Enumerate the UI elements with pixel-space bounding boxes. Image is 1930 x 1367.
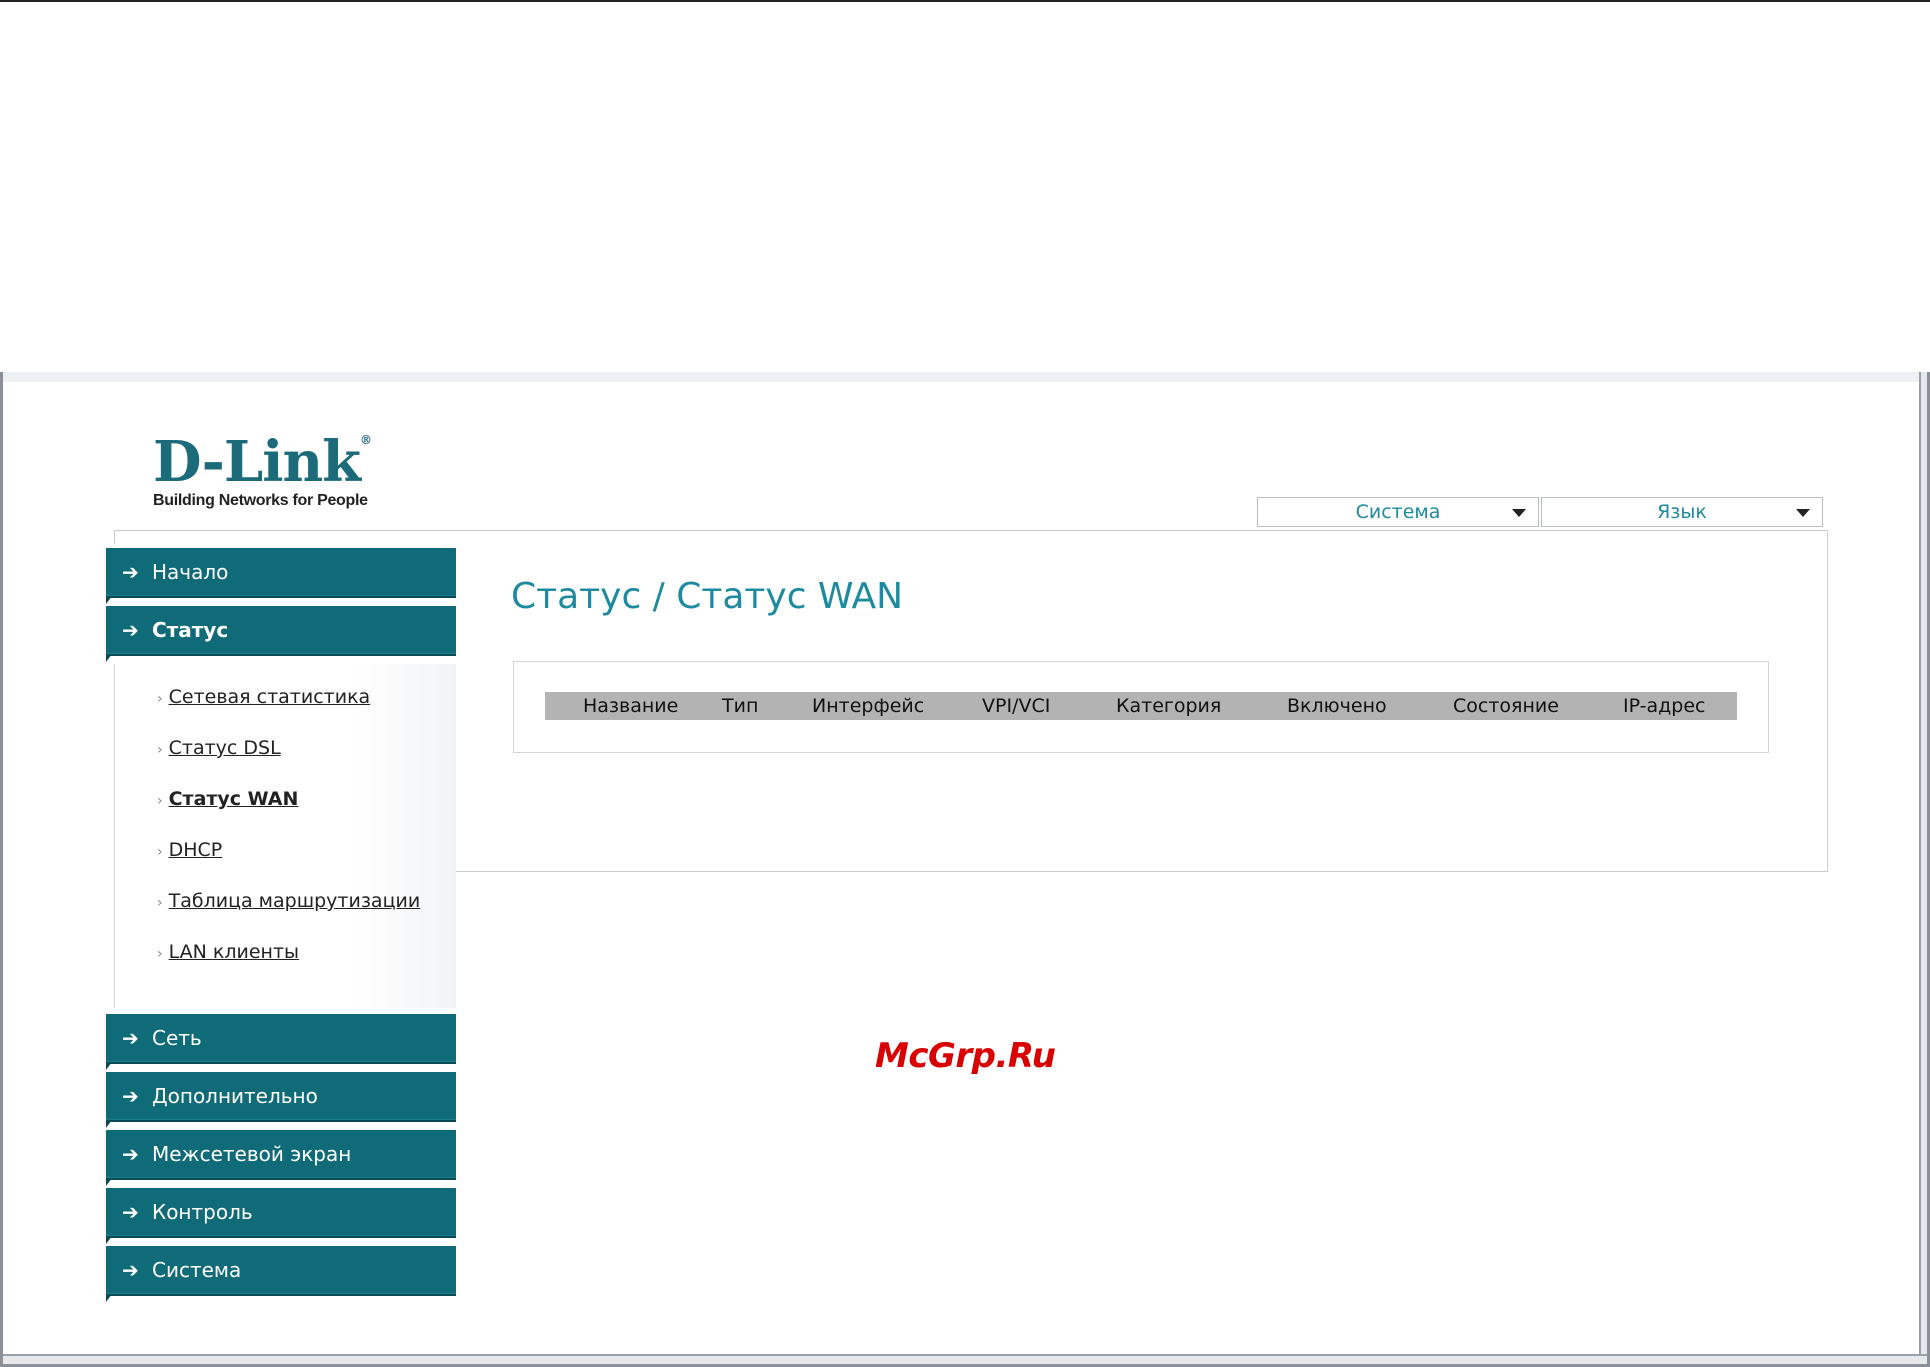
sidebar: ➔ Начало ➔ Статус › Сетевая статистика › С…	[106, 548, 456, 1304]
content-panel: Статус / Статус WAN Название Тип Интерфе…	[456, 530, 1828, 872]
dlink-logo: D-Link® Building Networks for People	[153, 434, 413, 510]
sidebar-item-label: Статус	[152, 618, 229, 642]
submenu-item-dsl-status[interactable]: › Статус DSL	[157, 737, 456, 788]
column-header-interface: Интерфейс	[812, 695, 925, 717]
top-rule	[0, 0, 1930, 2]
arrow-right-icon: ➔	[122, 1084, 139, 1108]
submenu-item-routing-table[interactable]: › Таблица маршрутизации	[157, 890, 456, 941]
submenu-link[interactable]: LAN клиенты	[169, 941, 299, 963]
column-header-name: Название	[583, 695, 679, 717]
table-header-row: Название Тип Интерфейс VPI/VCI Категория…	[545, 692, 1737, 720]
column-header-ip-address: IP-адрес	[1623, 695, 1706, 717]
sidebar-item-home[interactable]: ➔ Начало	[106, 548, 456, 604]
scrollbar-track[interactable]	[1919, 372, 1927, 1364]
page-title: Статус / Статус WAN	[511, 576, 904, 617]
submenu-item-lan-clients[interactable]: › LAN клиенты	[157, 941, 456, 992]
bullet-icon: ›	[157, 742, 163, 758]
bullet-icon: ›	[157, 895, 163, 911]
chevron-down-icon	[1512, 509, 1526, 517]
language-dropdown-label: Язык	[1657, 501, 1707, 523]
sidebar-item-label: Система	[152, 1258, 242, 1282]
column-header-category: Категория	[1116, 695, 1222, 717]
arrow-right-icon: ➔	[122, 1258, 139, 1282]
sidebar-item-advanced[interactable]: ➔ Дополнительно	[106, 1072, 456, 1128]
wan-status-table: Название Тип Интерфейс VPI/VCI Категория…	[513, 661, 1769, 753]
submenu-link[interactable]: Статус WAN	[169, 788, 299, 810]
sidebar-item-system[interactable]: ➔ Система	[106, 1246, 456, 1302]
bullet-icon: ›	[157, 691, 163, 707]
sidebar-item-label: Сеть	[152, 1026, 202, 1050]
sidebar-item-status[interactable]: ➔ Статус	[106, 606, 456, 662]
column-header-vpi-vci: VPI/VCI	[982, 695, 1051, 717]
sidebar-item-firewall[interactable]: ➔ Межсетевой экран	[106, 1130, 456, 1186]
arrow-right-icon: ➔	[122, 618, 139, 642]
arrow-right-icon: ➔	[122, 1200, 139, 1224]
column-header-enabled: Включено	[1287, 695, 1387, 717]
arrow-right-icon: ➔	[122, 1142, 139, 1166]
submenu-item-wan-status[interactable]: › Статус WAN	[157, 788, 456, 839]
sidebar-item-label: Межсетевой экран	[152, 1142, 352, 1166]
sidebar-item-label: Начало	[152, 560, 229, 584]
sidebar-item-label: Дополнительно	[152, 1084, 318, 1108]
language-dropdown[interactable]: Язык	[1541, 497, 1823, 527]
logo-text: D-Link	[153, 429, 361, 495]
status-submenu: › Сетевая статистика › Статус DSL › Статус …	[114, 664, 456, 1008]
bullet-icon: ›	[157, 844, 163, 860]
sidebar-item-network[interactable]: ➔ Сеть	[106, 1014, 456, 1070]
arrow-right-icon: ➔	[122, 1026, 139, 1050]
bullet-icon: ›	[157, 946, 163, 962]
sidebar-top-border	[114, 530, 456, 544]
logo-tagline: Building Networks for People	[153, 492, 368, 509]
system-dropdown-label: Система	[1355, 501, 1441, 523]
frame-top-bar	[3, 372, 1927, 382]
logo-registered-mark: ®	[360, 433, 372, 447]
watermark-text: McGrp.Ru	[875, 1036, 1056, 1076]
sidebar-item-label: Контроль	[152, 1200, 253, 1224]
frame-bottom-bar	[3, 1354, 1927, 1364]
system-dropdown[interactable]: Система	[1257, 497, 1539, 527]
browser-frame: D-Link® Building Networks for People Сис…	[0, 372, 1930, 1367]
arrow-right-icon: ➔	[122, 560, 139, 584]
submenu-item-network-stats[interactable]: › Сетевая статистика	[157, 686, 456, 737]
bullet-icon: ›	[157, 793, 163, 809]
submenu-link[interactable]: Статус DSL	[169, 737, 281, 759]
submenu-link[interactable]: Таблица маршрутизации	[169, 890, 421, 912]
logo-wordmark: D-Link®	[153, 434, 413, 490]
column-header-state: Состояние	[1453, 695, 1559, 717]
column-header-type: Тип	[722, 695, 759, 717]
sidebar-item-control[interactable]: ➔ Контроль	[106, 1188, 456, 1244]
chevron-down-icon	[1796, 509, 1810, 517]
submenu-item-dhcp[interactable]: › DHCP	[157, 839, 456, 890]
submenu-link[interactable]: DHCP	[169, 839, 223, 861]
submenu-link[interactable]: Сетевая статистика	[169, 686, 371, 708]
